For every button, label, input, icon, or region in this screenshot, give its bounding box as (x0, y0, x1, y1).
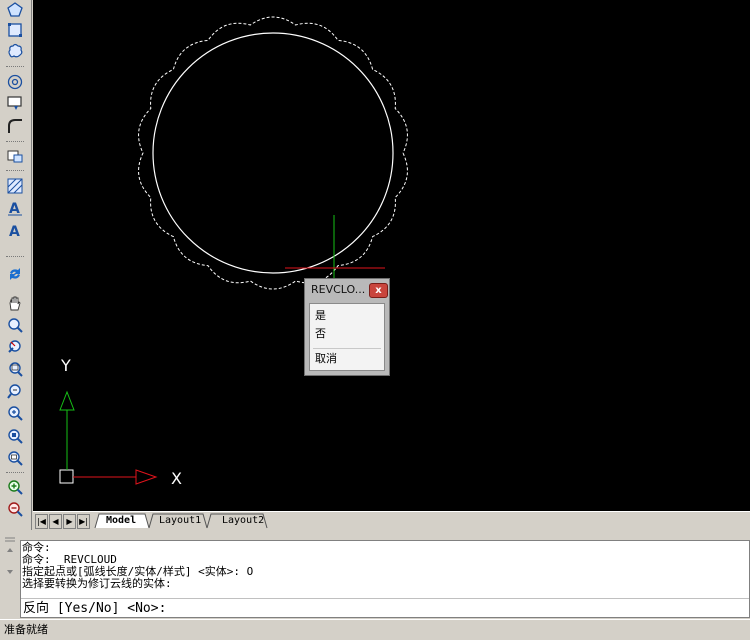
ucs-y-arrow (59, 390, 75, 411)
wipeout-icon[interactable] (4, 93, 26, 113)
revcloud-option-popup: REVCLO... x 是 否 取消 (304, 278, 390, 376)
command-prompt-input[interactable]: 反向 [Yes/No] <No>: (21, 598, 749, 617)
tab-model[interactable]: Model (106, 514, 136, 528)
status-bar: 准备就绪 (0, 619, 750, 640)
svg-text:A: A (9, 224, 20, 239)
close-icon: x (375, 285, 382, 296)
drawing-canvas[interactable]: Y X (33, 0, 750, 511)
polygon-icon[interactable] (4, 0, 26, 20)
drawing-svg: Y X (59, 16, 408, 488)
zoom-realtime-icon[interactable] (4, 315, 26, 335)
zoom-dynamic-icon[interactable] (4, 381, 26, 401)
menu-separator (313, 348, 381, 349)
circle-entity (152, 32, 394, 274)
status-text: 准备就绪 (4, 623, 48, 636)
close-button[interactable]: x (369, 283, 388, 298)
rectangle-icon[interactable] (4, 20, 26, 40)
command-history-line: 选择要转换为修订云线的实体: (22, 577, 172, 590)
ucs-origin-box (59, 469, 74, 484)
first-icon: |◀ (37, 517, 46, 526)
ucs-x-label: X (171, 469, 182, 488)
first-tab-button[interactable]: |◀ (35, 514, 48, 529)
text-icon[interactable]: A (4, 198, 26, 218)
menu-item-cancel[interactable]: 取消 (315, 352, 337, 366)
command-window: 命令: 命令: _REVCLOUD 指定起点或[弧线长度/实体/样式] <实体>… (0, 530, 750, 619)
hatch-icon[interactable] (4, 176, 26, 196)
zoom-in-icon[interactable] (4, 477, 26, 497)
next-icon: ▶ (66, 517, 73, 526)
tab-layout1[interactable]: Layout1 (159, 514, 201, 528)
last-icon: ▶| (79, 517, 88, 526)
zoom-window-icon[interactable] (4, 359, 26, 379)
fillet-icon[interactable] (4, 116, 26, 136)
prev-tab-button[interactable]: ◀ (49, 514, 62, 529)
tab-layout2[interactable]: Layout2 (222, 514, 264, 528)
zoom-scale-icon[interactable] (4, 403, 26, 423)
zoom-out-icon[interactable] (4, 499, 26, 519)
mtext-icon[interactable]: A (4, 220, 26, 240)
pan-icon[interactable] (4, 293, 26, 313)
zoom-previous-icon[interactable] (4, 337, 26, 357)
last-tab-button[interactable]: ▶| (77, 514, 90, 529)
ucs-x-arrow (135, 469, 158, 485)
popup-title: REVCLO... (311, 283, 366, 296)
regen-icon[interactable] (4, 264, 26, 284)
ucs-icon: Y X (59, 356, 182, 488)
revcloud-icon[interactable] (4, 41, 26, 61)
zoom-object-icon[interactable] (4, 448, 26, 468)
next-tab-button[interactable]: ▶ (63, 514, 76, 529)
menu-item-yes[interactable]: 是 (315, 309, 326, 323)
donut-icon[interactable] (4, 72, 26, 92)
insert-block-icon[interactable] (4, 146, 26, 166)
prev-icon: ◀ (52, 517, 59, 526)
command-history-box[interactable]: 命令: 命令: _REVCLOUD 指定起点或[弧线长度/实体/样式] <实体>… (20, 540, 750, 618)
ucs-y-label: Y (60, 356, 71, 375)
revcloud-preview (138, 16, 408, 290)
menu-item-no[interactable]: 否 (315, 327, 326, 341)
popup-menu: 是 否 取消 (309, 303, 385, 371)
zoom-center-icon[interactable] (4, 426, 26, 446)
draw-toolbar: A A (0, 0, 32, 530)
layout-tab-bar: |◀ ◀ ▶ ▶| Model Layout1 Layout2 (33, 511, 750, 531)
command-grip-icon[interactable] (2, 536, 18, 616)
